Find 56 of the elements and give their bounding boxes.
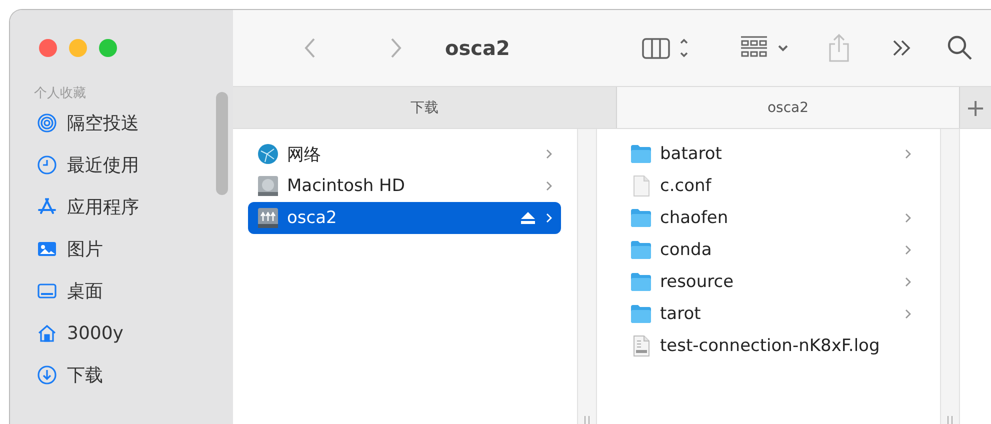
file-row[interactable]: resource (621, 266, 920, 298)
location-row[interactable]: 网络 (248, 138, 561, 170)
folder-icon (630, 303, 652, 325)
chevron-icon (904, 212, 912, 224)
file-row[interactable]: batarot (621, 138, 920, 170)
column-view-icon[interactable] (641, 36, 689, 60)
file-row[interactable]: tarot (621, 298, 920, 330)
globe-icon (257, 143, 279, 165)
location-row[interactable]: osca2 (248, 202, 561, 234)
chevron-icon (904, 244, 912, 256)
zoom-button[interactable] (99, 39, 117, 57)
download-icon (37, 365, 57, 385)
chevron-icon (545, 212, 553, 224)
file-row[interactable]: test-connection-nK8xF.log (621, 330, 920, 362)
sidebar-item[interactable]: 桌面 (10, 270, 233, 312)
file-row[interactable]: c.conf (621, 170, 920, 202)
sidebar-item[interactable]: 隔空投送 (10, 102, 233, 144)
chevron-icon (545, 180, 553, 192)
forward-icon[interactable] (389, 37, 403, 59)
location-row[interactable]: Macintosh HD (248, 170, 561, 202)
airdrop-icon (37, 113, 57, 133)
chevron-icon (904, 308, 912, 320)
chevron-icon (904, 276, 912, 288)
sidebar-item[interactable]: 图片 (10, 228, 233, 270)
back-icon[interactable] (303, 37, 317, 59)
sidebar-item[interactable]: 应用程序 (10, 186, 233, 228)
file-row[interactable]: conda (621, 234, 920, 266)
window-title: osca2 (445, 36, 510, 60)
file-row[interactable]: chaofen (621, 202, 920, 234)
app-store-icon (37, 197, 57, 217)
sidebar-item[interactable]: 3000y (10, 312, 233, 354)
section-title: 个人收藏 (34, 85, 87, 102)
scrollbar[interactable] (216, 92, 228, 195)
close-button[interactable] (39, 39, 57, 57)
clock-icon (37, 155, 57, 175)
search-icon[interactable] (947, 35, 973, 61)
more-icon[interactable] (891, 38, 913, 58)
tab[interactable]: 下载 (233, 87, 617, 128)
tab[interactable]: osca2 (617, 87, 960, 128)
sidebar-item[interactable]: 下载 (10, 354, 233, 396)
new-tab-button[interactable]: + (960, 87, 991, 128)
home-icon (37, 323, 57, 343)
share-icon[interactable] (827, 33, 851, 63)
folder-icon (630, 239, 652, 261)
folder-icon (630, 207, 652, 229)
folder-icon (630, 271, 652, 293)
desktop-icon (37, 281, 57, 301)
folder-icon (630, 143, 652, 165)
photo-icon (37, 239, 57, 259)
minimize-button[interactable] (69, 39, 87, 57)
sidebar-item[interactable]: 最近使用 (10, 144, 233, 186)
chevron-icon (545, 148, 553, 160)
server-icon (257, 207, 279, 229)
eject-icon[interactable] (521, 212, 535, 224)
hard-drive-icon (257, 175, 279, 197)
chevron-icon (904, 148, 912, 160)
